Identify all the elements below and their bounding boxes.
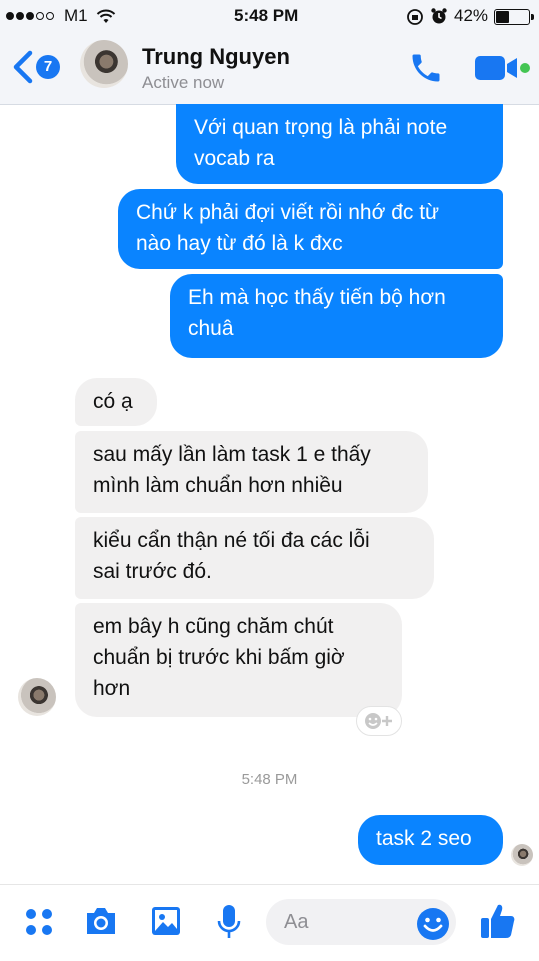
message-composer — [0, 884, 539, 961]
unread-count-badge[interactable]: 7 — [36, 55, 60, 79]
emoji-icon[interactable] — [416, 907, 450, 941]
contact-avatar[interactable] — [80, 40, 128, 88]
message-timestamp: 5:48 PM — [241, 771, 298, 788]
signal-strength-icon — [6, 12, 54, 20]
back-chevron-icon[interactable] — [12, 50, 34, 84]
alarm-icon — [431, 8, 447, 24]
outgoing-message[interactable]: Eh mà học thấy tiến bộ hơn chuâ — [170, 274, 503, 358]
outgoing-message[interactable]: task 2 seo — [358, 815, 503, 865]
microphone-icon[interactable] — [216, 903, 242, 941]
add-reaction-icon — [365, 713, 392, 729]
incoming-message[interactable]: kiểu cẩn thận né tối đa các lỗi sai trướ… — [75, 517, 434, 599]
outgoing-message[interactable]: Chứ k phải đợi viết rồi nhớ đc từ nào ha… — [118, 189, 503, 269]
wifi-icon — [96, 9, 116, 23]
incoming-message[interactable]: em bây h cũng chăm chút chuẩn bị trước k… — [75, 603, 402, 717]
incoming-message[interactable]: sau mấy lần làm task 1 e thấy mình làm c… — [75, 431, 428, 513]
battery-icon — [494, 9, 534, 25]
carrier-label: M1 — [64, 6, 88, 25]
battery-level-fill — [496, 11, 509, 23]
contact-active-status: Active now — [142, 73, 225, 92]
video-camera-icon[interactable] — [474, 54, 532, 82]
status-bar: M1 5:48 PM 42% — [0, 0, 539, 32]
conversation-header: M1 5:48 PM 42% 7 Trung Nguyen Active now — [0, 0, 539, 105]
active-dot-icon — [520, 63, 530, 73]
camera-icon[interactable] — [84, 905, 118, 937]
phone-icon[interactable] — [408, 50, 444, 86]
contact-name[interactable]: Trung Nguyen — [142, 44, 290, 70]
outgoing-message[interactable]: Với quan trọng là phải note vocab ra — [176, 104, 503, 184]
image-icon[interactable] — [150, 905, 182, 937]
orientation-lock-icon — [407, 9, 423, 25]
thumbs-up-icon[interactable] — [478, 901, 518, 941]
battery-percent: 42% — [454, 6, 489, 25]
sender-avatar[interactable] — [18, 678, 56, 716]
clock: 5:48 PM — [234, 6, 299, 25]
apps-icon[interactable] — [24, 907, 54, 937]
read-receipt-avatar — [511, 844, 533, 866]
add-reaction-button[interactable] — [356, 706, 402, 736]
incoming-message[interactable]: có ạ — [75, 378, 157, 426]
